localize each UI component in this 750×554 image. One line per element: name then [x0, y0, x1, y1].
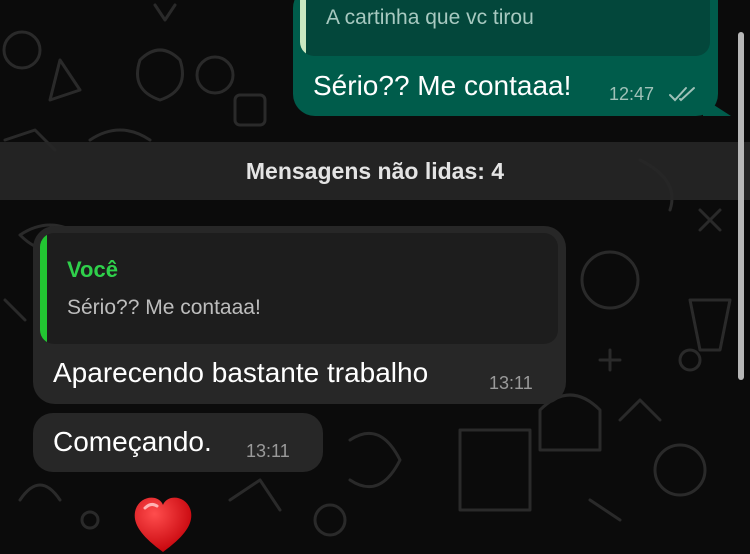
bubble-tail [703, 98, 731, 116]
red-heart-icon[interactable] [131, 496, 195, 554]
message-text: Começando. [53, 426, 212, 457]
message-text: Sério?? Me contaaa! [313, 70, 572, 101]
unread-messages-divider: Mensagens não lidas: 4 [0, 142, 750, 200]
double-check-icon [669, 87, 695, 102]
message-time: 12:47 [609, 84, 655, 104]
scrollbar[interactable] [738, 32, 744, 380]
quoted-message-author: Você [67, 257, 118, 282]
quoted-message[interactable]: Você Sério?? Me contaaa! [40, 233, 558, 344]
quoted-message-text: A cartinha que vc tirou [326, 6, 534, 29]
message-text: Aparecendo bastante trabalho [53, 357, 429, 388]
quote-accent-bar [40, 233, 47, 344]
quote-accent-bar [300, 0, 306, 56]
message-time: 13:11 [489, 373, 533, 393]
message-time: 13:11 [246, 441, 290, 461]
unread-messages-label: Mensagens não lidas: 4 [245, 157, 505, 184]
quoted-message-text: Sério?? Me contaaa! [67, 296, 261, 319]
quoted-message[interactable]: A cartinha que vc tirou [300, 0, 710, 56]
